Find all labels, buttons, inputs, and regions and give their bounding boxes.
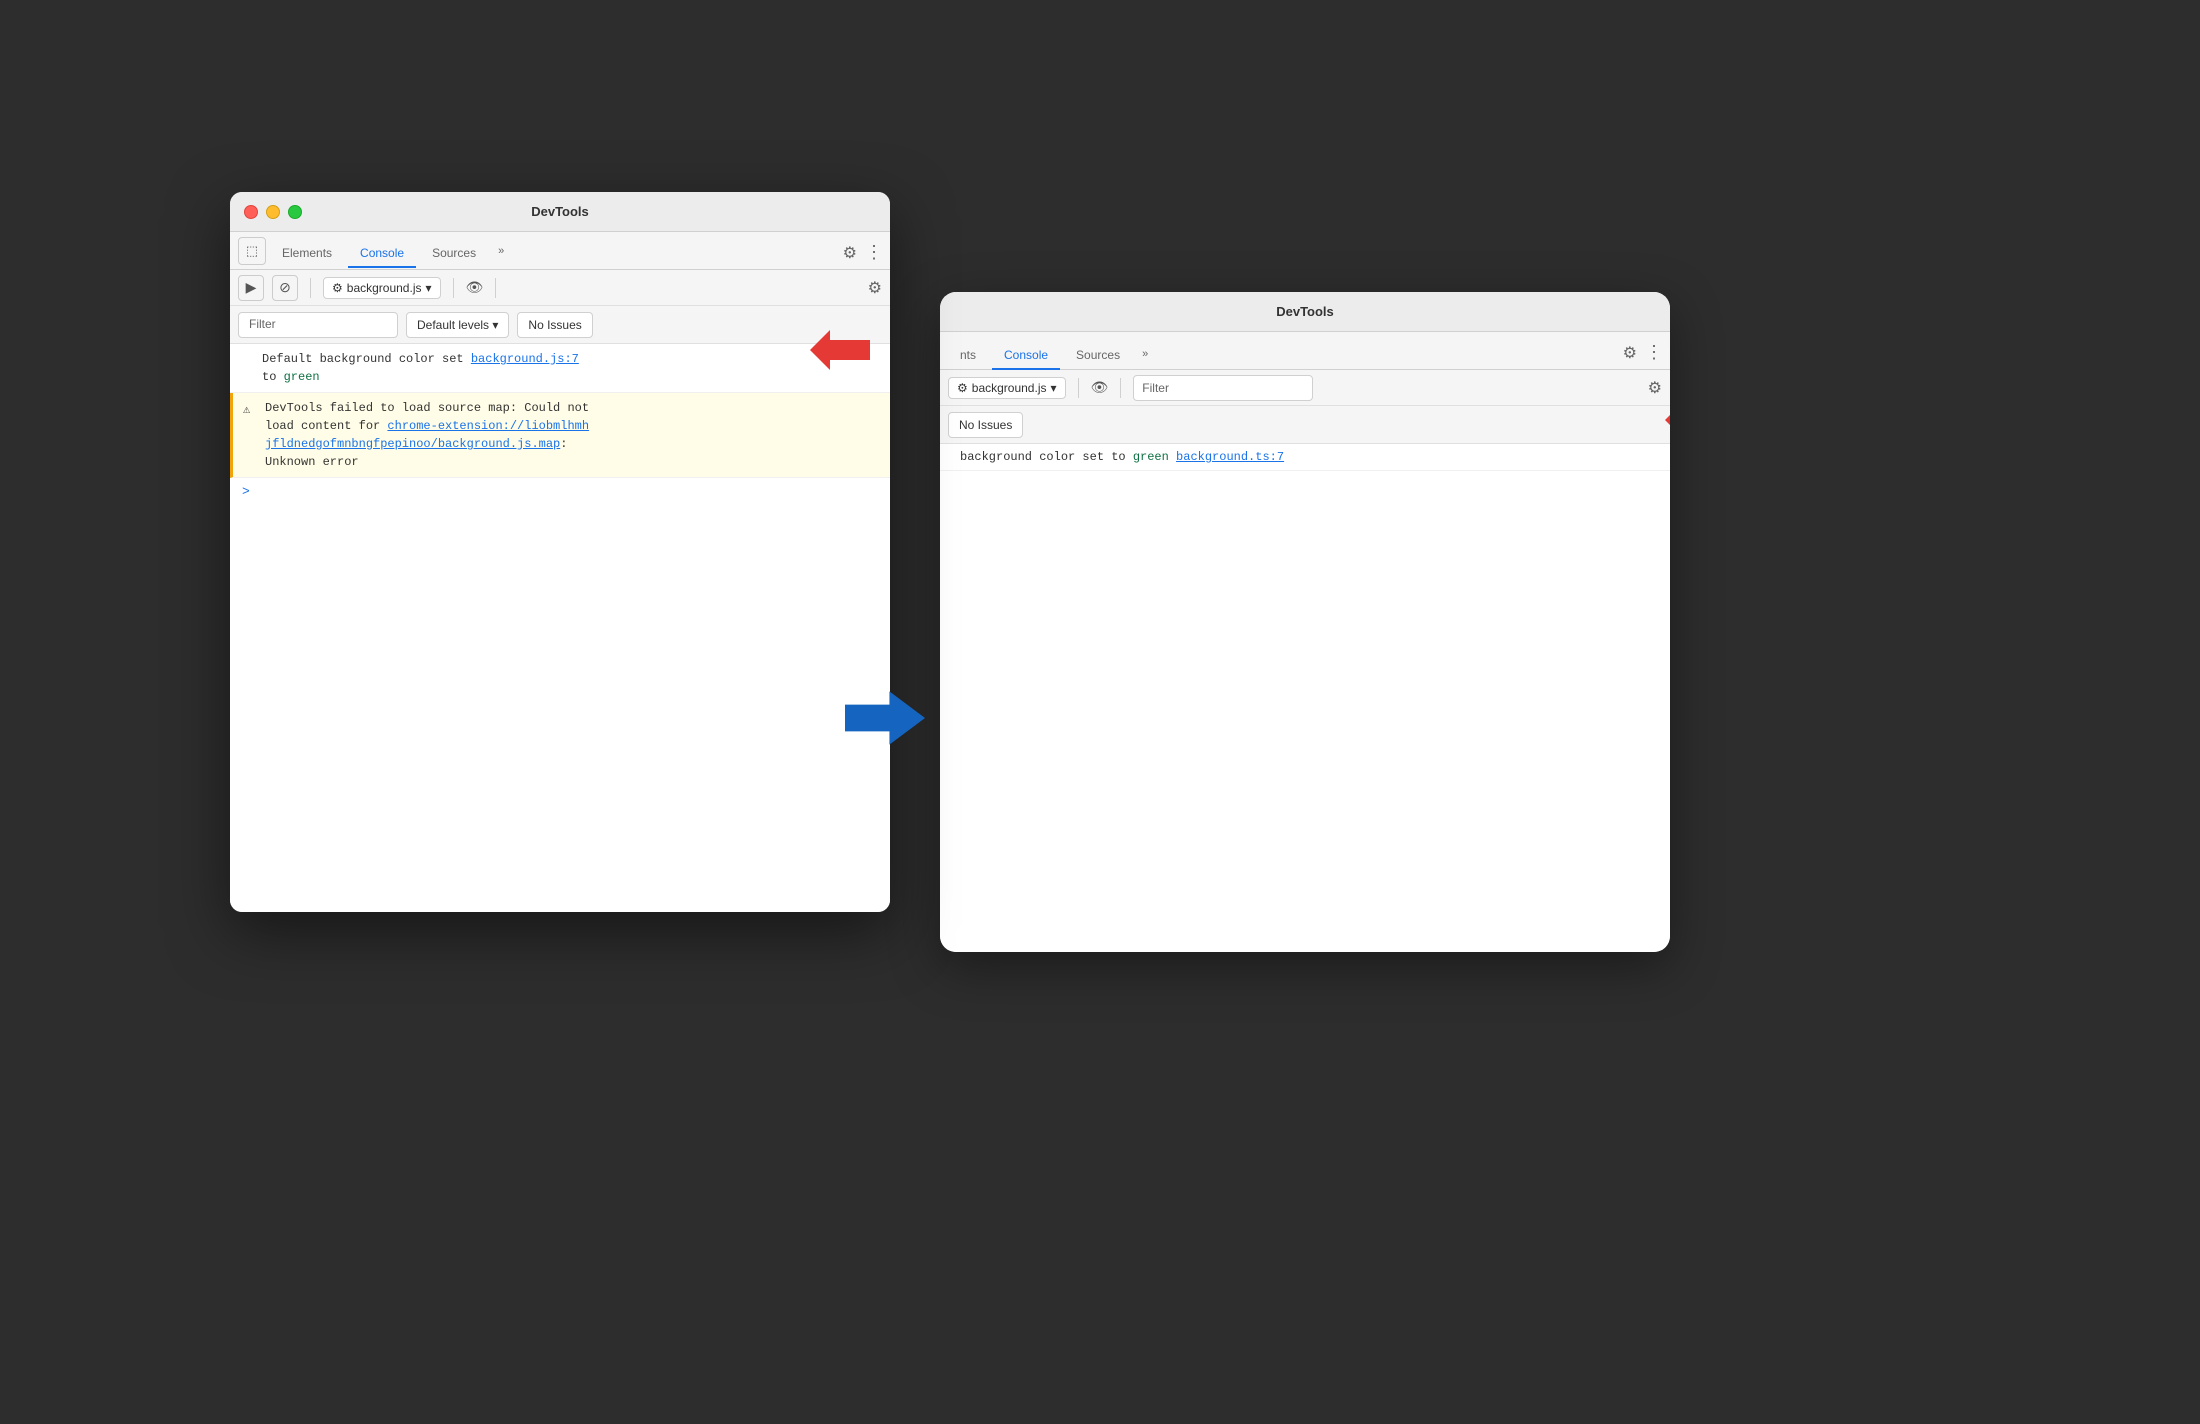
left-console-toolbar: ▶ ⊘ ⚙ background.js ▾ 👁 ⚙: [230, 270, 890, 306]
right-filter-input[interactable]: Filter: [1133, 375, 1313, 401]
dropdown-icon: ▾: [425, 281, 431, 295]
maximize-button[interactable]: [288, 205, 302, 219]
right-gear-file-icon: ⚙: [957, 381, 968, 395]
gear-file-icon: ⚙: [332, 281, 343, 295]
tab-sources[interactable]: Sources: [420, 240, 488, 268]
eye-icon[interactable]: 👁: [466, 279, 484, 296]
right-settings-icon[interactable]: ⚙: [1623, 343, 1637, 363]
right-green-value: green: [1133, 450, 1169, 464]
minimize-button[interactable]: [266, 205, 280, 219]
right-divider1: [1078, 378, 1079, 398]
extension-link[interactable]: chrome-extension://liobmlhmhjfldnedgofmn…: [265, 419, 589, 451]
right-console-message-info: background color set to green background…: [940, 444, 1670, 471]
warning-icon: ⚠: [243, 401, 250, 419]
right-title-bar: DevTools: [940, 292, 1670, 332]
right-tab-sources[interactable]: Sources: [1064, 342, 1132, 370]
right-no-issues-button[interactable]: No Issues: [948, 412, 1023, 438]
default-levels-button[interactable]: Default levels ▾: [406, 312, 509, 338]
left-devtools-window: DevTools ⬚ Elements Console Sources » ⚙ …: [230, 192, 890, 912]
right-dropdown-icon: ▾: [1050, 381, 1056, 395]
toolbar-gear-icon[interactable]: ⚙: [868, 278, 882, 298]
close-button[interactable]: [244, 205, 258, 219]
tab-more[interactable]: »: [492, 241, 510, 261]
block-icon[interactable]: ⊘: [272, 275, 298, 301]
file-selector[interactable]: ⚙ background.js ▾: [323, 277, 441, 299]
right-tab-more[interactable]: »: [1136, 344, 1154, 364]
right-no-issues-bar: No Issues: [940, 406, 1670, 444]
traffic-lights: [244, 205, 302, 219]
right-tab-bar: nts Console Sources » ⚙ ⋮: [940, 332, 1670, 370]
green-value-1: green: [284, 370, 320, 384]
background-ts-link[interactable]: background.ts:7: [1176, 450, 1284, 464]
right-tab-console[interactable]: Console: [992, 342, 1060, 370]
cursor-icon: ⬚: [238, 237, 266, 265]
right-file-name: background.js: [972, 381, 1047, 395]
right-window-title: DevTools: [1276, 304, 1334, 319]
right-console-toolbar: ⚙ background.js ▾ 👁 Filter ⚙: [940, 370, 1670, 406]
right-more-options-icon[interactable]: ⋮: [1645, 342, 1662, 363]
no-issues-button[interactable]: No Issues: [517, 312, 592, 338]
more-options-icon[interactable]: ⋮: [865, 242, 882, 263]
divider1: [310, 278, 311, 298]
console-message-warning: ⚠ DevTools failed to load source map: Co…: [230, 393, 890, 478]
red-arrow-left: [810, 330, 870, 378]
right-msg-before: background color set to: [960, 450, 1133, 464]
divider3: [495, 278, 496, 298]
right-toolbar-gear-icon[interactable]: ⚙: [1648, 378, 1662, 398]
left-window-title: DevTools: [531, 204, 589, 219]
right-tab-elements-partial[interactable]: nts: [948, 342, 988, 370]
blue-arrow: [845, 688, 925, 753]
right-devtools-window: DevTools nts Console Sources » ⚙ ⋮ ⚙: [940, 292, 1670, 952]
background-js-link-1[interactable]: background.js:7: [471, 352, 579, 366]
divider2: [453, 278, 454, 298]
red-arrow-right: [1665, 400, 1670, 445]
right-divider2: [1120, 378, 1121, 398]
left-tab-bar: ⬚ Elements Console Sources » ⚙ ⋮: [230, 232, 890, 270]
tab-elements[interactable]: Elements: [270, 240, 344, 268]
play-icon[interactable]: ▶: [238, 275, 264, 301]
left-title-bar: DevTools: [230, 192, 890, 232]
filter-input[interactable]: Filter: [238, 312, 398, 338]
settings-icon[interactable]: ⚙: [843, 243, 857, 263]
right-file-selector[interactable]: ⚙ background.js ▾: [948, 377, 1066, 399]
right-console-content: background color set to green background…: [940, 444, 1670, 952]
file-name: background.js: [347, 281, 422, 295]
left-filter-bar: Filter Default levels ▾ No Issues: [230, 306, 890, 344]
console-message-info: Default background color set background.…: [230, 344, 890, 393]
left-console-content: Default background color set background.…: [230, 344, 890, 912]
console-prompt[interactable]: >: [230, 478, 890, 505]
right-eye-icon[interactable]: 👁: [1091, 379, 1109, 396]
tab-console[interactable]: Console: [348, 240, 416, 268]
